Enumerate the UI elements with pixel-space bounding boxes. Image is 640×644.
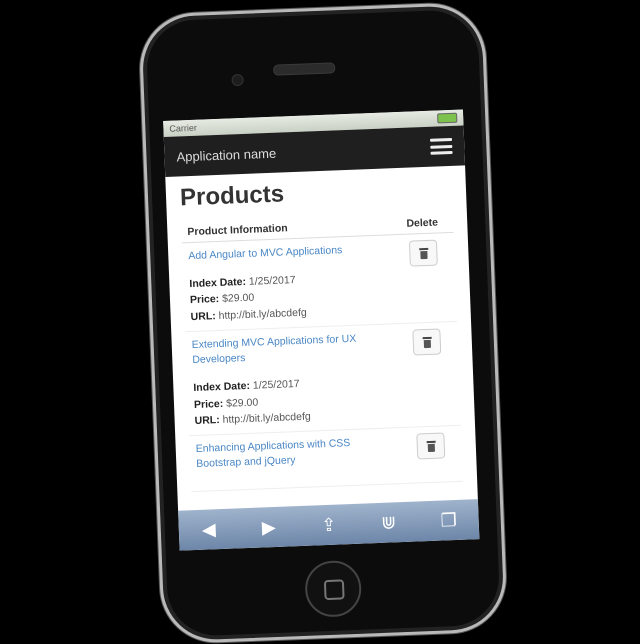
forward-icon[interactable]: ▶: [253, 516, 284, 538]
delete-cell: [399, 425, 464, 484]
earpiece-speaker: [273, 62, 336, 76]
hamburger-menu-icon[interactable]: [430, 137, 453, 155]
products-table: Product Information Delete Add Angular t…: [181, 211, 464, 492]
delete-button[interactable]: [408, 239, 438, 267]
tabs-icon[interactable]: ❐: [433, 509, 464, 531]
product-info-cell: Enhancing Applications with CSS Bootstra…: [189, 427, 402, 492]
trash-icon: [426, 441, 435, 452]
table-row: Add Angular to MVC Applications Index Da…: [181, 232, 458, 332]
trash-icon: [422, 336, 431, 347]
safari-toolbar: ◀ ▶ ⇪ ⋓ ❐: [178, 499, 480, 551]
delete-header: Delete: [390, 211, 454, 235]
delete-cell: [395, 321, 462, 428]
product-info-cell: Extending MVC Applications for UX Develo…: [185, 323, 400, 436]
delete-cell: [391, 232, 458, 324]
delete-button[interactable]: [412, 328, 442, 356]
battery-icon: [437, 112, 458, 124]
table-row: Enhancing Applications with CSS Bootstra…: [189, 425, 464, 492]
product-link[interactable]: Add Angular to MVC Applications: [188, 242, 386, 265]
table-row: Extending MVC Applications for UX Develo…: [185, 321, 462, 436]
product-link[interactable]: Enhancing Applications with CSS Bootstra…: [195, 435, 394, 473]
app-title[interactable]: Application name: [176, 145, 276, 164]
trash-icon: [419, 247, 428, 258]
phone-screen: Carrier Application name Products Produc…: [163, 109, 480, 551]
home-button[interactable]: [304, 559, 363, 618]
home-square-icon: [323, 579, 345, 601]
product-info-cell: Add Angular to MVC Applications Index Da…: [181, 234, 396, 332]
front-camera: [231, 73, 244, 87]
share-icon[interactable]: ⇪: [313, 514, 344, 536]
phone-body: Carrier Application name Products Produc…: [138, 1, 508, 644]
phone-frame-wrapper: Carrier Application name Products Produc…: [0, 0, 640, 644]
delete-button[interactable]: [416, 432, 446, 460]
back-icon[interactable]: ◀: [193, 518, 224, 540]
carrier-label: Carrier: [169, 122, 198, 134]
main-content: Products Product Information Delete Add …: [165, 165, 477, 492]
product-link[interactable]: Extending MVC Applications for UX Develo…: [191, 330, 390, 368]
page-title: Products: [179, 180, 285, 212]
bookmarks-icon[interactable]: ⋓: [373, 512, 404, 534]
